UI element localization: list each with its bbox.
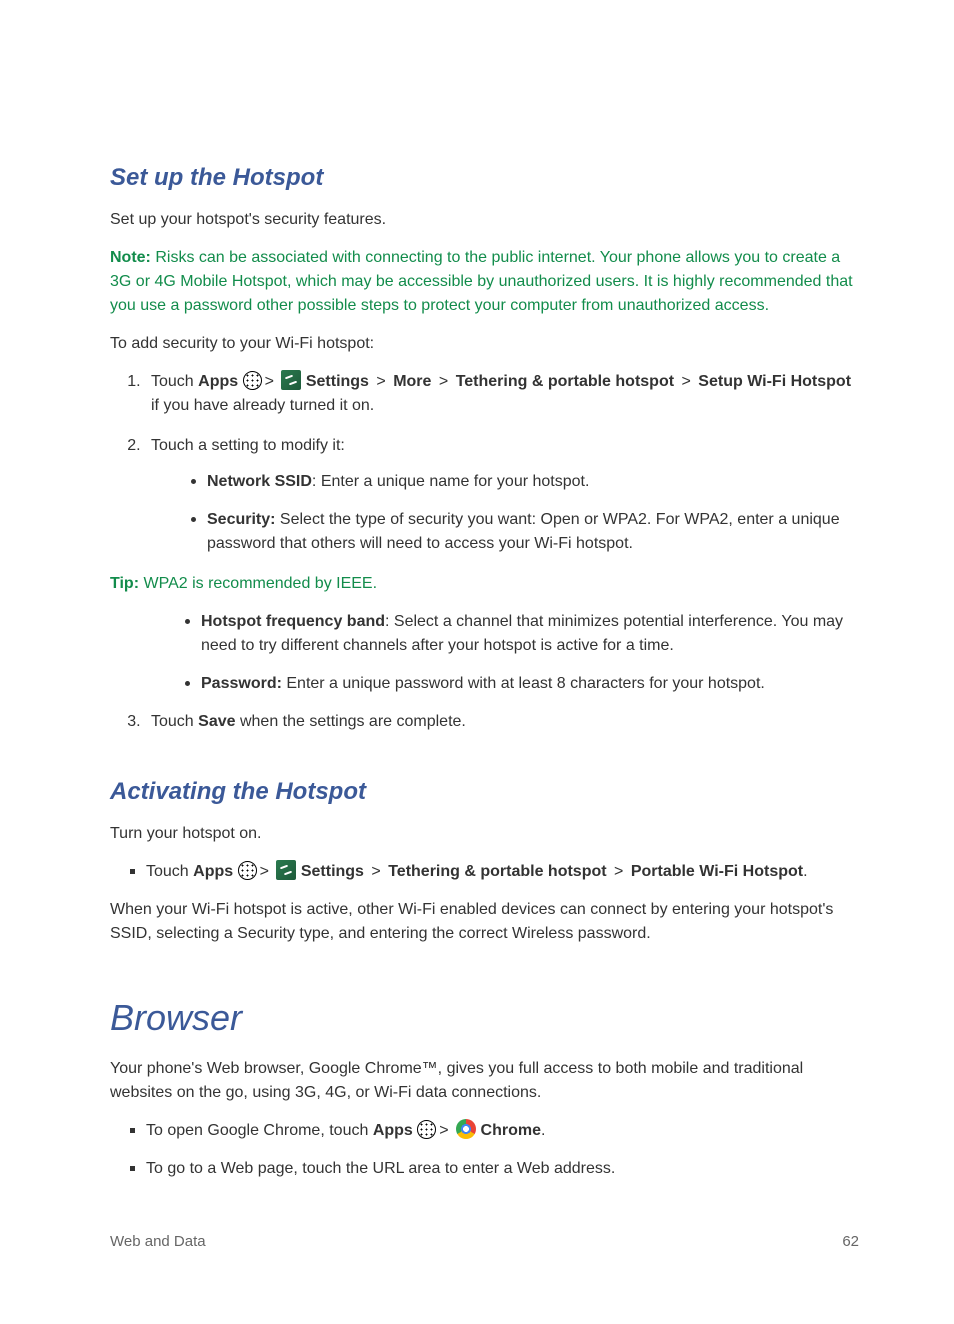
apps-label: Apps — [198, 373, 238, 390]
intro-setup: Set up your hotspot's security features. — [110, 208, 859, 232]
tip-text: WPA2 is recommended by IEEE. — [139, 575, 377, 592]
apps-label-2: Apps — [193, 863, 233, 880]
intro-browser: Your phone's Web browser, Google Chrome™… — [110, 1057, 859, 1105]
open-chrome-item: To open Google Chrome, touch Apps > Chro… — [130, 1119, 859, 1143]
when-active: When your Wi-Fi hotspot is active, other… — [110, 898, 859, 946]
apps-icon — [243, 371, 262, 390]
step-2: Touch a setting to modify it: Network SS… — [145, 434, 859, 556]
apps-label-3: Apps — [373, 1122, 413, 1139]
heading-browser: Browser — [110, 991, 859, 1045]
settings-label: Settings — [301, 373, 369, 390]
setup-steps: Touch Apps > Settings > More > Tethering… — [110, 370, 859, 556]
band-item: Hotspot frequency band: Select a channel… — [185, 610, 859, 658]
tethering-label: Tethering & portable hotspot — [456, 373, 674, 390]
security-item: Security: Select the type of security yo… — [191, 508, 859, 556]
apps-icon — [238, 861, 257, 880]
apps-icon — [417, 1120, 436, 1139]
footer-section: Web and Data — [110, 1231, 206, 1254]
goto-page-item: To go to a Web page, touch the URL area … — [130, 1157, 859, 1181]
browser-list: To open Google Chrome, touch Apps > Chro… — [110, 1119, 859, 1181]
activating-list: Touch Apps > Settings > Tethering & port… — [110, 860, 859, 884]
page-footer: Web and Data 62 — [110, 1231, 859, 1254]
add-security-lead: To add security to your Wi-Fi hotspot: — [110, 332, 859, 356]
more-label: More — [393, 373, 431, 390]
intro-activating: Turn your hotspot on. — [110, 822, 859, 846]
note-block: Note: Risks can be associated with conne… — [110, 246, 859, 318]
settings-icon — [281, 370, 301, 390]
password-item: Password: Enter a unique password with a… — [185, 672, 859, 696]
activating-step: Touch Apps > Settings > Tethering & port… — [130, 860, 859, 884]
chrome-icon — [456, 1119, 476, 1139]
tip-block: Tip: WPA2 is recommended by IEEE. — [110, 572, 859, 596]
tip-label: Tip: — [110, 575, 139, 592]
note-text: Risks can be associated with connecting … — [110, 249, 853, 314]
settings-label-2: Settings — [296, 863, 364, 880]
step-1: Touch Apps > Settings > More > Tethering… — [145, 370, 859, 418]
ssid-item: Network SSID: Enter a unique name for yo… — [191, 470, 859, 494]
footer-page-number: 62 — [842, 1231, 859, 1254]
settings-icon — [276, 860, 296, 880]
step-2-sublist: Network SSID: Enter a unique name for yo… — [151, 470, 859, 556]
heading-setup-hotspot: Set up the Hotspot — [110, 160, 859, 196]
setup-steps-cont: Touch Save when the settings are complet… — [110, 710, 859, 734]
portable-label: Portable Wi-Fi Hotspot — [631, 863, 803, 880]
note-label: Note: — [110, 249, 151, 266]
chrome-label: Chrome — [476, 1122, 541, 1139]
step-3: Touch Save when the settings are complet… — [145, 710, 859, 734]
heading-activating-hotspot: Activating the Hotspot — [110, 774, 859, 810]
setup-wifi-label: Setup Wi-Fi Hotspot — [698, 373, 851, 390]
tethering-label-2: Tethering & portable hotspot — [388, 863, 606, 880]
step-2b-list: Hotspot frequency band: Select a channel… — [110, 610, 859, 696]
